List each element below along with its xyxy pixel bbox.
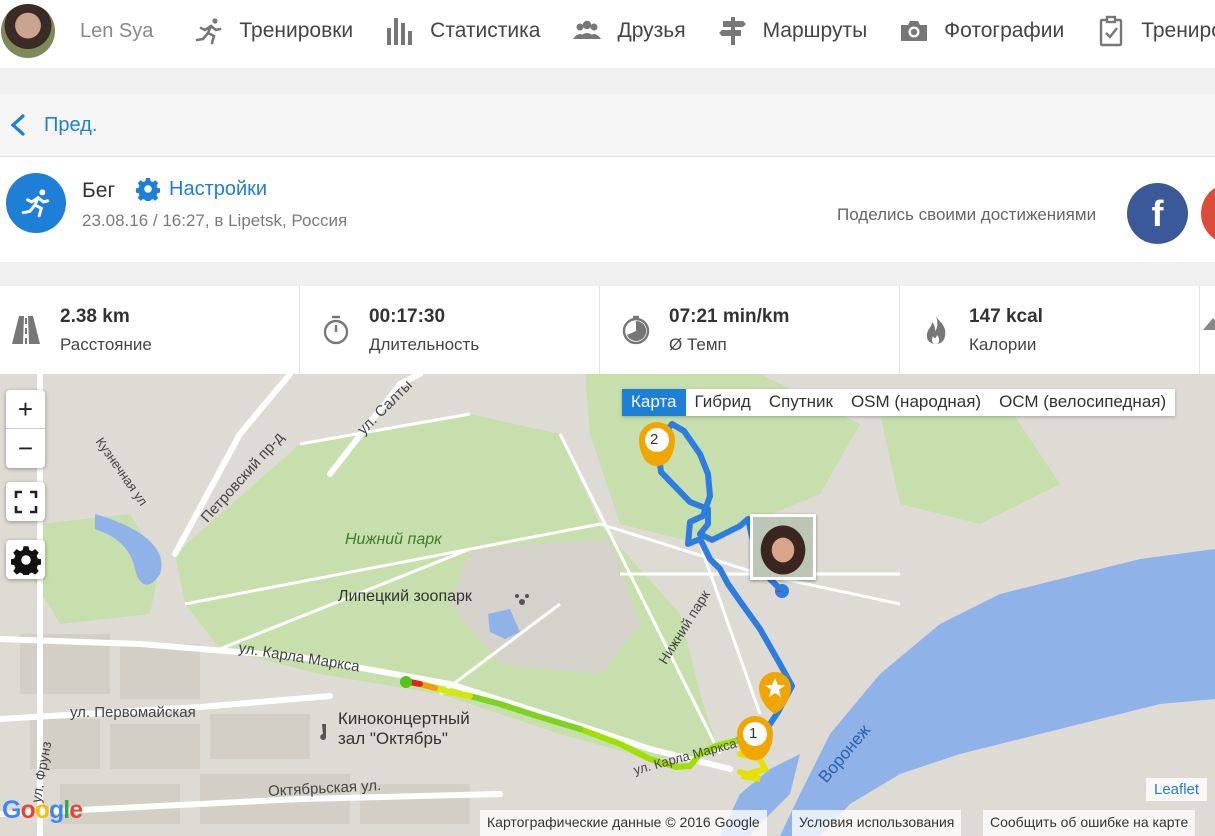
google-logo[interactable]: Google (2, 796, 83, 825)
photo-thumbnail (753, 517, 813, 577)
google-share-button[interactable] (1201, 183, 1215, 244)
nav-item-training-plans[interactable]: Трениро (1095, 15, 1215, 47)
park-label: Нижний парк (345, 531, 442, 548)
spacer (0, 68, 1215, 94)
previous-link[interactable]: Пред. (8, 113, 97, 137)
nav-item-label: Фотографии (944, 19, 1065, 42)
activity-date-location: 23.08.16 / 16:27, в Lipetsk, Россия (82, 211, 348, 230)
road-icon (12, 316, 40, 344)
layer-option-osm-cycle[interactable]: ОСМ (велосипедная) (990, 389, 1175, 416)
user-name[interactable]: Len Sya (80, 20, 153, 43)
pace-gauge-icon (622, 315, 650, 345)
stat-pace: 07:21 min/km Ø Темп (600, 286, 900, 374)
zoom-control: + − (6, 390, 45, 468)
nav-item-photos[interactable]: Фотографии (898, 15, 1064, 47)
zoo-label: Липецкий зоопарк (338, 588, 472, 605)
stat-value: 147 kcal (969, 306, 1043, 327)
lap-marker-2[interactable]: 2 (650, 431, 658, 448)
layer-option-satellite[interactable]: Спутник (760, 389, 842, 416)
camera-icon (901, 21, 928, 41)
nav-item-statistics[interactable]: Статистика (384, 15, 540, 47)
fullscreen-button[interactable] (6, 482, 45, 521)
nav-item-label: Друзья (617, 19, 686, 42)
stat-label: Ø Темп (669, 335, 727, 354)
map-settings-button[interactable] (6, 540, 45, 579)
nav-item-routes[interactable]: Маршруты (717, 15, 868, 47)
activity-header: Бег Настройки 23.08.16 / 16:27, в Lipets… (0, 157, 1215, 262)
terms-link[interactable]: Условия использования (792, 810, 962, 836)
stat-label: Длительность (369, 335, 480, 354)
stat-value: 2.38 km (60, 306, 130, 327)
map-tiles (0, 374, 1215, 836)
street-label: ул. Первомайская (70, 704, 196, 721)
chevron-up-icon[interactable] (1203, 318, 1215, 330)
nav-item-label: Трениро (1141, 19, 1215, 42)
nav-item-workouts[interactable]: Тренировки (193, 15, 353, 47)
checklist-icon (1099, 15, 1123, 47)
bar-chart-icon (387, 18, 413, 45)
layer-option-map[interactable]: Карта (622, 389, 686, 416)
stopwatch-icon (323, 315, 349, 345)
cinema-label-2: зал "Октябрь" (338, 729, 448, 748)
route-map[interactable]: 2 1 Нижний парк Липецкий зоопарк Кинокон… (0, 374, 1215, 836)
spacer (0, 262, 1215, 286)
activity-sport: Бег (82, 179, 116, 202)
facebook-share-button[interactable]: f (1127, 183, 1188, 244)
stat-distance: 2.38 km Расстояние (0, 286, 300, 374)
top-nav: Len Sya Тренировки Статистика Друзья Мар… (0, 0, 1215, 62)
back-bar: Пред. (0, 94, 1215, 156)
nav-item-label: Статистика (430, 19, 541, 42)
zoom-out-button[interactable]: − (6, 429, 45, 468)
sport-badge (6, 173, 66, 233)
layer-option-osm[interactable]: OSM (народная) (842, 389, 990, 416)
photo-marker[interactable] (750, 514, 816, 580)
nav-item-friends[interactable]: Друзья (571, 15, 686, 47)
stat-value: 00:17:30 (369, 306, 446, 327)
map-attribution: Картографические данные © 2016 Google (480, 810, 767, 836)
friends-icon (573, 20, 602, 39)
stats-bar: 2.38 km Расстояние 00:17:30 Длительность… (0, 286, 1215, 374)
facebook-icon: f (1151, 192, 1164, 234)
settings-label: Настройки (169, 177, 268, 200)
nav-item-label: Маршруты (762, 19, 868, 42)
zoom-in-button[interactable]: + (6, 390, 45, 429)
cinema-label: Киноконцертный (338, 709, 470, 728)
stat-duration: 00:17:30 Длительность (300, 286, 600, 374)
fullscreen-icon (14, 490, 37, 513)
nav-item-label: Тренировки (239, 19, 354, 42)
activity-settings-button[interactable]: Настройки (136, 177, 267, 201)
stat-label: Калории (969, 335, 1037, 354)
stat-value: 07:21 min/km (669, 306, 790, 327)
gear-icon (10, 545, 41, 575)
runner-icon (21, 189, 50, 218)
layer-option-hybrid[interactable]: Гибрид (686, 389, 760, 416)
map-layer-switcher: Карта Гибрид Спутник OSM (народная) ОСМ … (622, 389, 1176, 416)
stat-calories: 147 kcal Калории (900, 286, 1200, 374)
leaflet-link[interactable]: Leaflet (1146, 778, 1208, 801)
signpost-icon (718, 17, 746, 45)
lap-marker-1[interactable]: 1 (749, 725, 757, 742)
report-error-link[interactable]: Сообщить об ошибке на карте (983, 810, 1196, 836)
runner-icon (196, 18, 222, 45)
flame-icon (926, 316, 946, 344)
previous-label: Пред. (44, 113, 98, 136)
stat-label: Расстояние (60, 335, 152, 354)
avatar[interactable] (1, 4, 55, 58)
chevron-left-icon (10, 114, 25, 136)
share-prompt: Поделись своими достижениями (837, 205, 1097, 224)
gear-icon (136, 178, 160, 201)
